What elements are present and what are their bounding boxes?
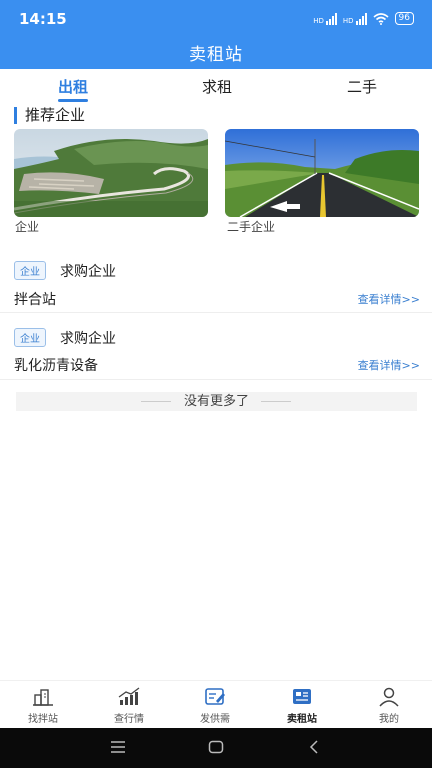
nav-item-market[interactable]: 查行情 xyxy=(86,687,172,725)
tab-rent-wanted[interactable]: 求租 xyxy=(177,76,257,97)
divider xyxy=(0,312,432,313)
enterprise-card-image[interactable] xyxy=(14,129,208,217)
status-bar: 14:15 HD HD 96 xyxy=(0,0,432,36)
country-road-photo xyxy=(225,129,419,217)
nav-label: 找拌站 xyxy=(28,714,58,725)
tab-indicator xyxy=(58,99,88,102)
nav-label: 查行情 xyxy=(114,714,144,725)
bottom-nav: 找拌站 查行情 发供需 卖租站 我的 xyxy=(0,680,432,728)
list-item[interactable]: 企业 求购企业 拌合站 查看详情>> xyxy=(0,258,432,312)
signal-icon: HD xyxy=(343,12,367,25)
second-hand-card-image[interactable] xyxy=(225,129,419,217)
view-details-link[interactable]: 查看详情>> xyxy=(358,291,420,307)
newspaper-icon xyxy=(293,689,311,704)
nav-item-find-station[interactable]: 找拌站 xyxy=(0,687,86,725)
divider xyxy=(0,379,432,380)
menu-icon[interactable] xyxy=(110,740,126,754)
page-title: 卖租站 xyxy=(189,45,243,65)
tab-rent-out[interactable]: 出租 xyxy=(33,76,113,97)
nav-label: 卖租站 xyxy=(287,714,317,725)
item-name: 乳化沥青设备 xyxy=(14,358,98,374)
no-more-text: 没有更多了 xyxy=(183,394,249,409)
enterprise-tag: 企业 xyxy=(14,261,46,280)
wifi-icon xyxy=(373,12,389,25)
app-header: 14:15 HD HD 96 卖租站 xyxy=(0,0,432,69)
nav-label: 我的 xyxy=(379,714,399,725)
item-title: 求购企业 xyxy=(60,331,116,347)
tab-second-hand[interactable]: 二手 xyxy=(322,76,402,97)
second-hand-card-label[interactable]: 二手企业 xyxy=(227,218,275,235)
coastal-highway-photo xyxy=(14,129,208,217)
user-icon xyxy=(379,687,399,707)
enterprise-tag: 企业 xyxy=(14,328,46,347)
nav-item-rent-station[interactable]: 卖租站 xyxy=(259,687,345,725)
system-icons: HD HD 96 xyxy=(313,12,414,25)
building-icon xyxy=(33,689,53,706)
nav-item-profile[interactable]: 我的 xyxy=(346,687,432,725)
back-icon[interactable] xyxy=(308,740,320,754)
status-time: 14:15 xyxy=(19,10,67,28)
tab-bar: 出租 求租 二手 xyxy=(0,76,432,102)
enterprise-card-label[interactable]: 企业 xyxy=(15,218,39,235)
item-title: 求购企业 xyxy=(60,264,116,280)
system-nav-bar xyxy=(0,728,432,768)
section-title: 推荐企业 xyxy=(14,107,85,124)
view-details-link[interactable]: 查看详情>> xyxy=(358,357,420,373)
edit-icon xyxy=(205,688,225,705)
no-more-indicator: 没有更多了 xyxy=(16,392,417,411)
signal-icon: HD xyxy=(313,12,337,25)
nav-label: 发供需 xyxy=(200,714,230,725)
home-icon[interactable] xyxy=(208,740,224,754)
battery-icon: 96 xyxy=(394,12,414,25)
item-name: 拌合站 xyxy=(14,292,56,308)
chart-icon xyxy=(118,687,140,705)
nav-item-post[interactable]: 发供需 xyxy=(172,687,258,725)
list-item[interactable]: 企业 求购企业 乳化沥青设备 查看详情>> xyxy=(0,325,432,379)
